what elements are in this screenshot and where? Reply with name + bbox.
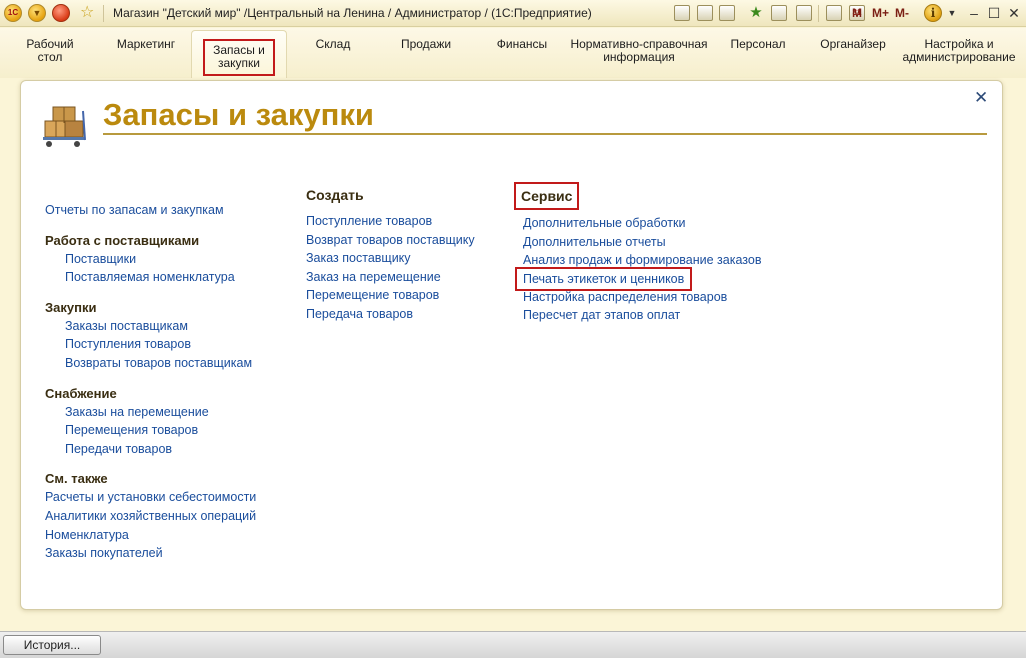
supplied-items-link[interactable]: Поставляемая номенклатура (45, 268, 256, 287)
customer-orders-link[interactable]: Заказы покупателей (45, 544, 256, 563)
history-icon[interactable] (796, 5, 812, 21)
additional-reports-link[interactable]: Дополнительные отчеты (523, 233, 761, 252)
toolbar-separator (818, 5, 819, 22)
see-also-title: См. также (45, 471, 108, 487)
section-marketing[interactable]: Маркетинг (108, 38, 184, 51)
favorites-list-icon[interactable] (771, 5, 787, 21)
main-panel: ✕ Запасы и закупки Отчеты по запасам и з… (20, 80, 1003, 610)
business-analytics-link[interactable]: Аналитики хозяйственных операций (45, 507, 256, 526)
section-label: Персонал (730, 37, 786, 51)
supplier-orders-link[interactable]: Заказы поставщикам (45, 317, 256, 336)
maximize-button[interactable]: ☐ (985, 4, 1003, 22)
add-favorite-icon[interactable]: ★ (748, 5, 764, 21)
create-heading: Создать (306, 187, 364, 203)
service-heading: Сервис (513, 182, 580, 210)
section-label: Продажи (400, 37, 452, 51)
section-inventory-purchasing[interactable]: Запасы и закупки (191, 30, 287, 78)
calculator-icon[interactable] (826, 5, 842, 21)
print-labels-link[interactable]: Печать этикеток и ценников (514, 266, 693, 291)
section-label: Запасы и (213, 43, 265, 57)
section-label: Нормативно-справочная (570, 37, 708, 51)
nomenclature-link[interactable]: Номенклатура (45, 526, 256, 545)
app-logo-icon[interactable]: 1С (4, 4, 22, 22)
create-supplier-return-link[interactable]: Возврат товаров поставщику (306, 231, 475, 250)
cost-calculations-link[interactable]: Расчеты и установки себестоимости (45, 488, 256, 507)
goods-handovers-link[interactable]: Передачи товаров (45, 440, 256, 459)
window-title: Магазин "Детский мир" /Центральный на Ле… (113, 6, 592, 20)
section-highlight-box: Запасы и закупки (203, 39, 275, 76)
title-divider (103, 133, 987, 135)
preview-icon[interactable] (719, 5, 735, 21)
close-window-button[interactable]: ✕ (1005, 4, 1023, 22)
distribution-settings-link[interactable]: Настройка распределения товаров (523, 288, 761, 307)
create-goods-receipt-link[interactable]: Поступление товаров (306, 212, 475, 231)
section-label: стол (37, 50, 63, 64)
memory-add-button[interactable]: M+ (872, 6, 889, 20)
section-sales[interactable]: Продажи (390, 38, 462, 51)
create-supplier-order-link[interactable]: Заказ поставщику (306, 249, 475, 268)
main-menu-icon[interactable]: ▼ (28, 4, 46, 22)
section-label: Финансы (496, 37, 548, 51)
home-icon[interactable] (52, 4, 70, 22)
close-icon[interactable]: ✕ (974, 89, 988, 106)
print-icon[interactable] (697, 5, 713, 21)
service-column: Сервис Дополнительные обработки Дополнит… (513, 182, 761, 325)
memory-subtract-button[interactable]: M- (895, 6, 909, 20)
group-suppliers-title: Работа с поставщиками (45, 232, 200, 248)
section-label: администрирование (902, 50, 1016, 64)
section-label: Настройка и (924, 37, 994, 51)
reports-link[interactable]: Отчеты по запасам и закупкам (45, 201, 256, 220)
info-icon[interactable]: i (924, 4, 942, 22)
create-transfer-order-link[interactable]: Заказ на перемещение (306, 268, 475, 287)
section-finance[interactable]: Финансы (484, 38, 560, 51)
section-label: Склад (315, 37, 351, 51)
goods-receipts-link[interactable]: Поступления товаров (45, 335, 256, 354)
section-label: Органайзер (820, 37, 886, 51)
suppliers-link[interactable]: Поставщики (45, 250, 256, 269)
save-icon[interactable] (674, 5, 690, 21)
goods-transfers-link[interactable]: Перемещения товаров (45, 421, 256, 440)
boxes-cart-icon (43, 106, 86, 147)
section-desktop[interactable]: Рабочий стол (14, 38, 86, 64)
favorites-star-icon[interactable]: ☆ (80, 4, 94, 22)
minimize-button[interactable]: – (965, 4, 983, 22)
history-button[interactable]: История... (3, 635, 101, 655)
section-settings-admin[interactable]: Настройка и администрирование (902, 38, 1016, 64)
create-goods-transfer-link[interactable]: Перемещение товаров (306, 286, 475, 305)
sections-panel: Рабочий стол Маркетинг Запасы и закупки … (0, 28, 1026, 78)
sales-analysis-link[interactable]: Анализ продаж и формирование заказов (523, 251, 761, 270)
section-label: информация (603, 50, 675, 64)
additional-processing-link[interactable]: Дополнительные обработки (523, 214, 761, 233)
section-reference-info[interactable]: Нормативно-справочная информация (568, 38, 710, 64)
create-goods-handover-link[interactable]: Передача товаров (306, 305, 475, 324)
supplier-returns-link[interactable]: Возвраты товаров поставщикам (45, 354, 256, 373)
info-dropdown-icon[interactable]: ▼ (943, 4, 961, 22)
status-bar: История... (0, 631, 1026, 658)
navigation-column: Отчеты по запасам и закупкам Работа с по… (45, 201, 256, 563)
transfer-orders-link[interactable]: Заказы на перемещение (45, 403, 256, 422)
section-personnel[interactable]: Персонал (722, 38, 794, 51)
section-organizer[interactable]: Органайзер (810, 38, 896, 51)
section-warehouse[interactable]: Склад (300, 38, 366, 51)
page-title: Запасы и закупки (103, 97, 374, 132)
memory-button[interactable]: M (852, 6, 862, 20)
title-bar: 1С ▼ ☆ Магазин "Детский мир" /Центральны… (0, 0, 1026, 27)
group-supply-title: Снабжение (45, 385, 117, 401)
create-column: Создать Поступление товаров Возврат това… (306, 185, 475, 324)
section-label: Маркетинг (116, 37, 176, 51)
group-purchases-title: Закупки (45, 299, 97, 315)
payment-dates-recalc-link[interactable]: Пересчет дат этапов оплат (523, 306, 761, 325)
section-label: Рабочий (26, 37, 74, 51)
toolbar-separator (103, 5, 104, 22)
section-label: закупки (217, 56, 260, 70)
app-logo-text: 1С (7, 8, 19, 17)
